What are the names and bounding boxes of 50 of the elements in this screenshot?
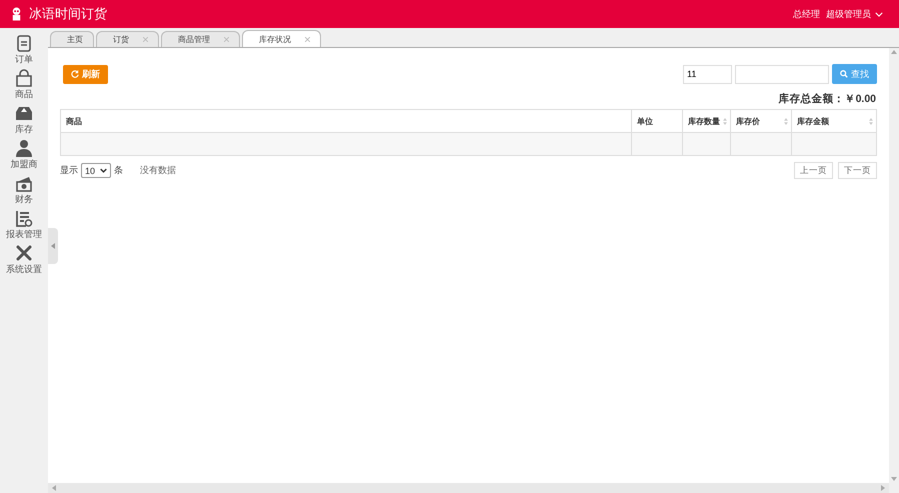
table-info: 没有数据	[140, 164, 176, 177]
unit-label: 条	[114, 164, 123, 177]
sort-icon	[723, 118, 727, 125]
report-icon	[15, 209, 33, 228]
tab[interactable]: 订货	[96, 31, 159, 47]
tray-icon	[15, 104, 33, 123]
close-icon	[143, 37, 148, 42]
nav-item[interactable]: 加盟商	[10, 139, 38, 174]
previous-page-button[interactable]: 上一页	[794, 162, 833, 179]
code-field[interactable]: 11	[683, 64, 732, 84]
total-amount: 库存总金额：￥0.00	[778, 92, 876, 106]
tab[interactable]: 主页	[50, 31, 94, 47]
caret-left-icon	[51, 243, 55, 249]
tools-icon	[15, 244, 33, 263]
search-field[interactable]	[735, 64, 829, 84]
search-icon	[840, 70, 848, 78]
nav-item[interactable]: 财务	[15, 174, 33, 209]
nav-item[interactable]: 系统设置	[6, 244, 42, 279]
tab[interactable]: 商品管理	[161, 31, 240, 47]
refresh-icon	[71, 70, 79, 78]
sort-icon	[784, 118, 788, 125]
document-icon	[15, 34, 33, 53]
show-label: 显示	[60, 164, 78, 177]
close-icon	[305, 36, 310, 42]
user-menu[interactable]: 超级管理员	[826, 8, 883, 20]
nav-item[interactable]: 订单	[15, 34, 33, 69]
person-icon	[15, 139, 33, 158]
column-header: 商品	[60, 110, 632, 132]
scroll-up-icon	[891, 50, 897, 54]
collapse-handle[interactable]	[48, 228, 58, 264]
app-title: 冰语时间订货	[29, 5, 107, 23]
nav-item[interactable]: 库存	[15, 104, 33, 139]
scroll-left-icon	[52, 485, 56, 491]
page-size-select[interactable]: 10	[81, 163, 111, 178]
chevron-down-icon	[875, 12, 883, 16]
nav-item[interactable]: 报表管理	[6, 209, 42, 244]
role-label: 总经理	[793, 8, 820, 20]
nav-item[interactable]: 商品	[15, 69, 33, 104]
mascot-icon	[10, 6, 23, 22]
scroll-down-icon	[891, 477, 897, 481]
banknote-icon	[15, 174, 33, 193]
next-page-button[interactable]: 下一页	[838, 162, 877, 179]
vertical-scrollbar[interactable]	[889, 48, 899, 483]
tab[interactable]: 库存状况	[242, 30, 321, 47]
horizontal-scrollbar[interactable]	[48, 483, 889, 493]
chevron-down-icon	[100, 168, 107, 173]
scroll-right-icon	[881, 485, 885, 491]
close-icon	[224, 37, 229, 42]
sort-icon	[869, 118, 873, 125]
bag-icon	[15, 69, 33, 88]
